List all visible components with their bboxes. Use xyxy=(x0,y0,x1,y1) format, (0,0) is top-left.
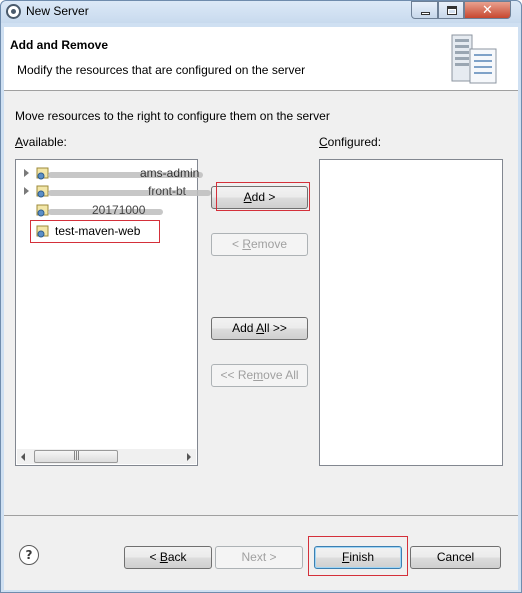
back-pre: < xyxy=(149,550,160,564)
list-item[interactable]: front-bt xyxy=(22,183,211,201)
list-item-label: ams-admin xyxy=(140,166,200,180)
scroll-left-icon[interactable] xyxy=(21,453,25,461)
remove-all-accel: m xyxy=(253,368,264,382)
add-all-pre: Add xyxy=(232,321,257,335)
highlight-frame-finish xyxy=(308,536,408,576)
available-label-rest: vailable: xyxy=(22,135,67,149)
add-all-button[interactable]: Add All >> xyxy=(211,317,308,340)
back-accel: B xyxy=(159,550,168,564)
window-title: New Server xyxy=(26,4,89,18)
available-label: Available: xyxy=(15,135,67,149)
next-button[interactable]: Next > xyxy=(215,546,303,569)
list-item[interactable]: ams-admin xyxy=(22,165,203,183)
page-title: Add and Remove xyxy=(10,38,109,52)
minimize-icon xyxy=(421,12,430,15)
expand-icon xyxy=(24,187,29,195)
remove-button-label: emove xyxy=(250,237,288,251)
back-label: ack xyxy=(167,550,187,564)
add-all-label: ll >> xyxy=(264,321,287,335)
maximize-button[interactable] xyxy=(438,1,464,19)
scroll-thumb[interactable]: ||| xyxy=(34,450,118,463)
remove-all-button[interactable]: << Remove All xyxy=(211,364,308,387)
title-bar[interactable]: New Server ✕ xyxy=(1,1,521,23)
highlight-frame-add xyxy=(216,182,310,211)
expand-icon xyxy=(24,169,29,177)
cancel-label: Cancel xyxy=(436,550,475,564)
eclipse-app-icon xyxy=(6,4,21,19)
remove-all-pre: << Re xyxy=(220,368,254,382)
list-item[interactable]: 20171000 xyxy=(22,202,202,220)
add-all-accel: A xyxy=(256,321,265,335)
horizontal-scrollbar[interactable]: ||| xyxy=(17,449,196,464)
highlight-frame-item xyxy=(30,220,160,243)
list-item-label: front-bt xyxy=(148,184,187,198)
footer-separator xyxy=(4,515,518,516)
server-graphic-icon xyxy=(451,34,497,84)
configured-list[interactable] xyxy=(319,159,503,466)
scroll-right-icon[interactable] xyxy=(187,453,191,461)
configured-label-rest: onfigured: xyxy=(327,135,382,149)
configured-label-accel: C xyxy=(319,135,328,149)
remove-button-pre: < xyxy=(231,237,243,251)
remove-all-label: ove All xyxy=(263,368,299,382)
close-icon: ✕ xyxy=(482,3,493,18)
next-label: Next > xyxy=(241,550,277,564)
available-label-accel: A xyxy=(15,135,23,149)
close-button[interactable]: ✕ xyxy=(464,1,511,19)
dialog-client: Add and Remove Modify the resources that… xyxy=(4,27,518,590)
configured-label: Configured: xyxy=(319,135,381,149)
maximize-icon xyxy=(447,6,457,15)
help-icon[interactable]: ? xyxy=(19,545,39,565)
wizard-header: Add and Remove Modify the resources that… xyxy=(4,27,518,91)
instruction-text: Move resources to the right to configure… xyxy=(15,109,330,123)
minimize-button[interactable] xyxy=(411,1,438,19)
remove-button[interactable]: < Remove xyxy=(211,233,308,256)
available-list[interactable]: ams-admin front-bt 20171000 test-maven-w… xyxy=(15,159,211,466)
cancel-button[interactable]: Cancel xyxy=(410,546,501,569)
page-description: Modify the resources that are configured… xyxy=(17,63,306,77)
back-button[interactable]: < Back xyxy=(124,546,212,569)
dialog-window: New Server ✕ Add and Remove Modify the r… xyxy=(0,0,522,593)
list-item-label: 20171000 xyxy=(92,203,146,217)
remove-button-accel: R xyxy=(242,237,251,251)
